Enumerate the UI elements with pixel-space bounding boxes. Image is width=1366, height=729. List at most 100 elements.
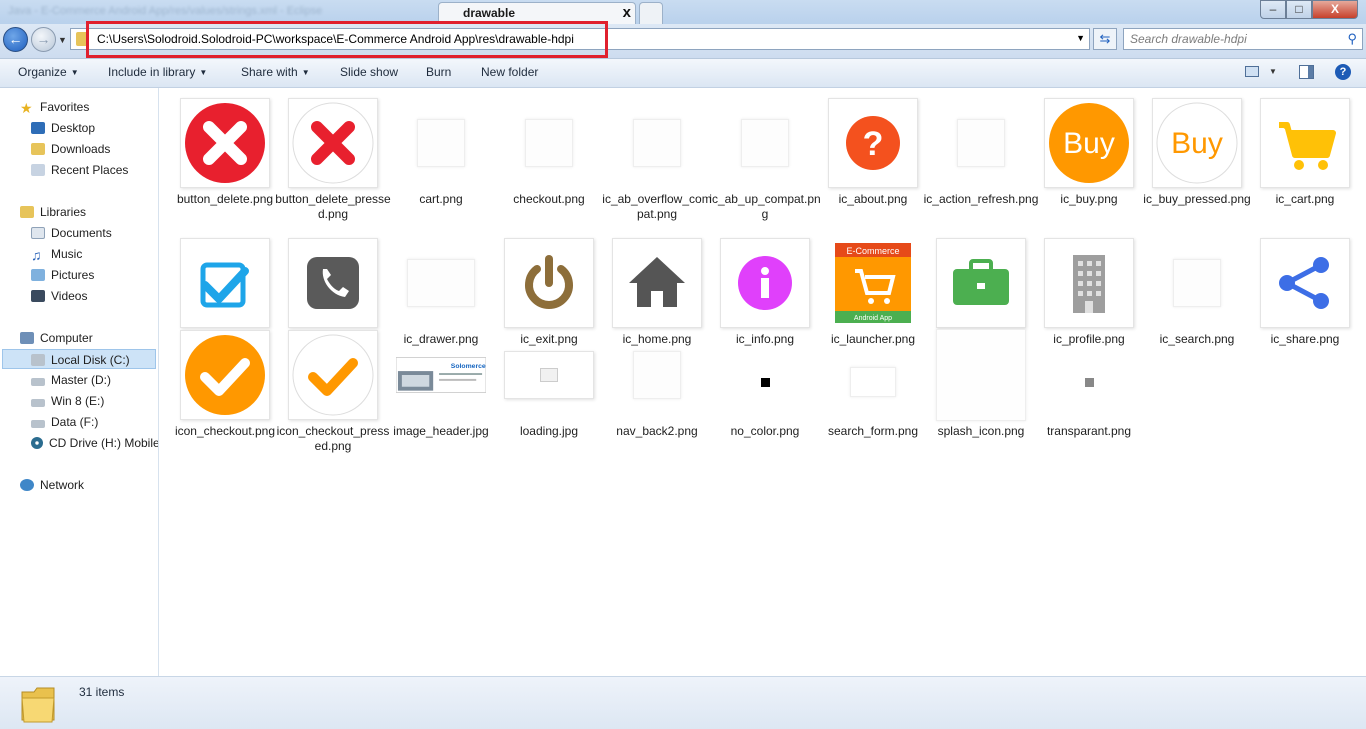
refresh-button[interactable]: ⇆ bbox=[1093, 28, 1117, 50]
nav-win8-e[interactable]: Win 8 (E:) bbox=[31, 391, 104, 411]
nav-recent-places[interactable]: Recent Places bbox=[31, 160, 128, 180]
nav-label: Local Disk (C:) bbox=[51, 353, 130, 367]
faint-check-icon bbox=[504, 98, 594, 188]
change-view-icon[interactable] bbox=[1245, 66, 1259, 77]
status-bar: 31 items bbox=[0, 676, 1366, 729]
slide-show-button[interactable]: Slide show bbox=[340, 65, 398, 79]
file-name: image_header.jpg bbox=[393, 424, 489, 438]
minimize-button[interactable]: – bbox=[1260, 0, 1286, 19]
forward-arrow-icon: → bbox=[36, 31, 51, 47]
nav-local-disk-c[interactable]: Local Disk (C:) bbox=[2, 349, 156, 369]
orange-check-white-circle-icon bbox=[288, 330, 378, 420]
new-tab-button[interactable] bbox=[639, 2, 663, 24]
forward-button[interactable]: → bbox=[31, 27, 56, 52]
file-name: button_delete_pressed.png bbox=[275, 192, 391, 221]
file-name: transparant.png bbox=[1046, 424, 1132, 438]
nav-computer[interactable]: Computer bbox=[20, 328, 93, 348]
address-dropdown-icon[interactable]: ▼ bbox=[1076, 33, 1085, 43]
nav-videos[interactable]: Videos bbox=[31, 286, 87, 306]
file-name: nav_back2.png bbox=[616, 424, 698, 438]
nav-label: Downloads bbox=[51, 142, 111, 156]
nav-downloads[interactable]: Downloads bbox=[31, 139, 110, 159]
preview-pane-icon[interactable] bbox=[1299, 65, 1314, 79]
file-name: splash_icon.png bbox=[937, 424, 1025, 438]
file-name: ic_search.png bbox=[1159, 332, 1235, 346]
pictures-icon bbox=[31, 269, 45, 281]
tab-title: drawable bbox=[463, 6, 516, 20]
file-name: no_color.png bbox=[730, 424, 800, 438]
building-icon bbox=[1044, 238, 1134, 328]
network-icon bbox=[20, 479, 34, 491]
file-name: ic_action_refresh.png bbox=[923, 192, 1039, 206]
nav-label: Win 8 (E:) bbox=[51, 394, 105, 408]
share-with-label: Share with bbox=[241, 65, 298, 79]
file-name: ic_share.png bbox=[1270, 332, 1340, 346]
file-name: loading.jpg bbox=[519, 424, 579, 438]
home-icon bbox=[612, 238, 702, 328]
nav-label: Master (D:) bbox=[51, 373, 111, 387]
briefcase-icon bbox=[936, 238, 1026, 328]
file-name: icon_checkout_pressed.png bbox=[276, 424, 390, 453]
question-mark-icon: ? bbox=[828, 98, 918, 188]
include-in-library-button[interactable]: Include in library ▼ bbox=[108, 65, 207, 79]
svg-text:Android App: Android App bbox=[854, 315, 892, 322]
file-name: ic_cart.png bbox=[1275, 192, 1335, 206]
faint-search-icon bbox=[1152, 238, 1242, 328]
chevron-down-icon: ▼ bbox=[70, 68, 79, 78]
search-input[interactable] bbox=[1130, 32, 1330, 46]
organize-button[interactable]: Organize ▼ bbox=[18, 65, 79, 79]
header-banner-image: Solomerce bbox=[396, 330, 486, 420]
white-form-icon bbox=[828, 330, 918, 420]
drive-icon bbox=[31, 354, 45, 366]
nav-data-f[interactable]: Data (F:) bbox=[31, 412, 98, 432]
organize-label: Organize bbox=[18, 65, 67, 79]
nav-documents[interactable]: Documents bbox=[31, 223, 112, 243]
libraries-icon bbox=[20, 206, 34, 218]
drive-icon bbox=[31, 378, 45, 386]
file-name: checkout.png bbox=[513, 192, 585, 206]
close-window-button[interactable]: X bbox=[1312, 0, 1358, 19]
cd-drive-icon bbox=[31, 437, 43, 449]
nav-label: Documents bbox=[51, 226, 112, 240]
burn-button[interactable]: Burn bbox=[426, 65, 451, 79]
svg-text:?: ? bbox=[863, 125, 884, 163]
nav-label: Pictures bbox=[51, 268, 95, 282]
search-icon[interactable]: ⚲ bbox=[1347, 31, 1357, 47]
share-with-button[interactable]: Share with ▼ bbox=[241, 65, 310, 79]
share-icon bbox=[1260, 238, 1350, 328]
nav-libraries[interactable]: Libraries bbox=[20, 202, 86, 222]
chevron-down-icon[interactable]: ▼ bbox=[1269, 67, 1277, 76]
new-folder-button[interactable]: New folder bbox=[481, 65, 538, 79]
nav-pictures[interactable]: Pictures bbox=[31, 265, 94, 285]
tab-close-button[interactable]: x bbox=[623, 4, 631, 21]
back-button[interactable]: ← bbox=[3, 27, 28, 52]
nav-desktop[interactable]: Desktop bbox=[31, 118, 95, 138]
nav-network[interactable]: Network bbox=[20, 475, 84, 495]
faint-overflow-icon bbox=[612, 98, 702, 188]
file-name: search_form.png bbox=[827, 424, 919, 438]
faint-back-arrow-icon bbox=[720, 98, 810, 188]
file-list: button_delete.png button_delete_pressed.p… bbox=[159, 88, 1366, 676]
file-name: ic_about.png bbox=[838, 192, 908, 206]
nav-label: Desktop bbox=[51, 121, 96, 135]
search-box[interactable]: ⚲ bbox=[1123, 28, 1363, 50]
back-arrow-icon: ← bbox=[8, 31, 23, 47]
nav-label: Music bbox=[51, 247, 83, 261]
nav-master-d[interactable]: Master (D:) bbox=[31, 370, 111, 390]
faint-cart-icon bbox=[396, 98, 486, 188]
nav-favorites[interactable]: ★ Favorites bbox=[20, 97, 89, 117]
include-in-library-label: Include in library bbox=[108, 65, 196, 79]
nav-label: Data (F:) bbox=[51, 415, 99, 429]
gray-dot-icon bbox=[1044, 330, 1134, 420]
refresh-icon: ⇆ bbox=[1099, 31, 1111, 46]
help-icon[interactable]: ? bbox=[1335, 64, 1351, 80]
maximize-button[interactable]: □ bbox=[1286, 0, 1312, 19]
nav-music[interactable]: ♫ Music bbox=[31, 244, 82, 264]
launcher-icon: E-Commerce Android App bbox=[828, 238, 918, 328]
nav-label: Videos bbox=[51, 289, 88, 303]
recent-pages-dropdown[interactable]: ▼ bbox=[58, 35, 67, 45]
faint-drawer-icon bbox=[396, 238, 486, 328]
nav-cd-drive-h[interactable]: CD Drive (H:) Mobile bbox=[31, 433, 158, 453]
desktop-icon bbox=[31, 122, 45, 134]
nav-label: Favorites bbox=[40, 100, 90, 114]
